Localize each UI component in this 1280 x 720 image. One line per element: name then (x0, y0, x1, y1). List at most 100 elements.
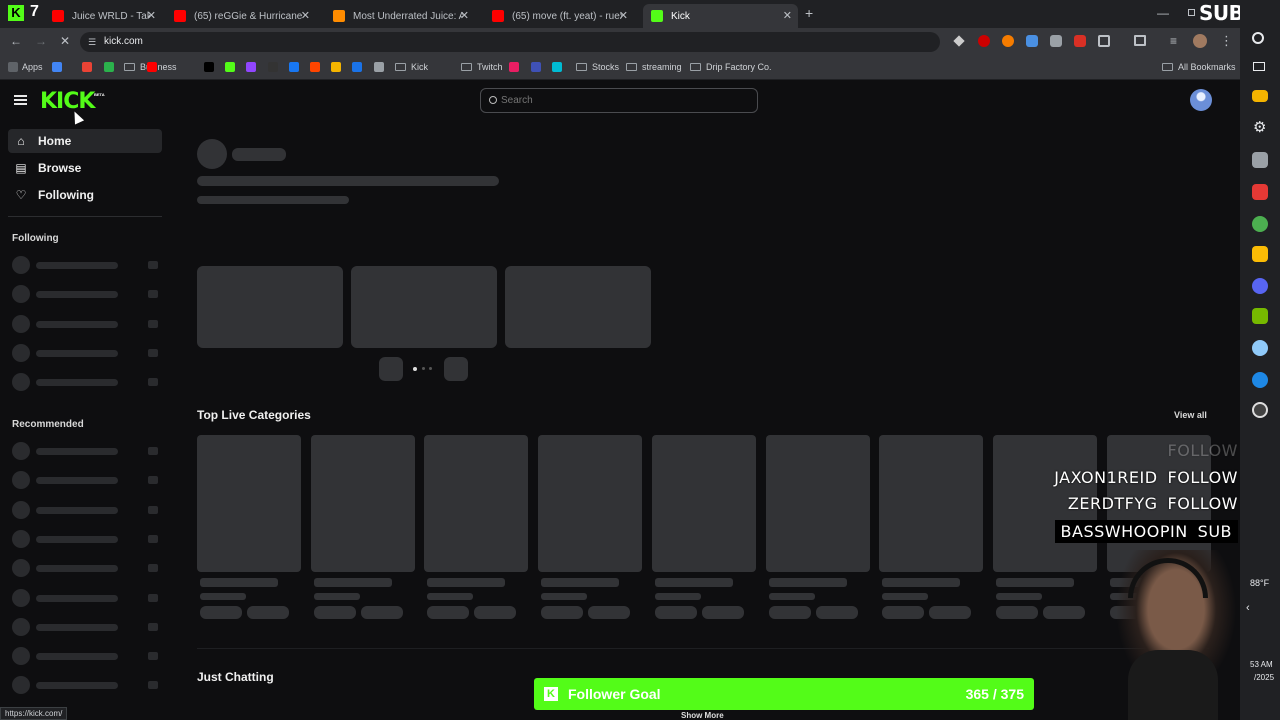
bookmark-item[interactable] (246, 62, 260, 72)
channel-name-skeleton (36, 262, 118, 269)
menu-kebab-icon[interactable]: ⋮ (1220, 33, 1233, 49)
extension-icon-4[interactable] (1026, 35, 1038, 47)
side-gear-icon[interactable]: ⚙ (1253, 118, 1266, 136)
category-tag-skeleton (247, 606, 289, 619)
bookmark-item[interactable]: Stocks (576, 62, 619, 72)
bookmark-item[interactable]: All Bookmarks (1162, 62, 1236, 72)
bookmark-item[interactable] (268, 62, 282, 72)
address-bar[interactable]: ☰ kick.com (80, 32, 940, 52)
category-card[interactable] (651, 435, 756, 572)
carousel-prev-button[interactable] (379, 357, 403, 381)
tab-close-icon[interactable]: ✕ (147, 9, 156, 22)
bookmark-item[interactable] (552, 62, 566, 72)
sidebar-item-browse[interactable]: ▤ Browse (8, 156, 162, 180)
extensions-puzzle-icon[interactable] (1098, 35, 1110, 47)
forward-icon[interactable]: → (35, 34, 47, 48)
side-folder-icon[interactable] (1252, 90, 1268, 102)
kick-logo[interactable]: KICK BETA (40, 89, 105, 114)
category-tag-skeleton (995, 606, 1038, 619)
minimize-button[interactable]: — (1157, 6, 1169, 20)
extension-icon-5[interactable] (1050, 35, 1062, 47)
chevron-left-icon[interactable]: ‹ (1246, 602, 1250, 614)
hamburger-menu-icon[interactable] (14, 95, 27, 105)
tab-close-icon[interactable]: ✕ (783, 9, 792, 22)
side-search-icon[interactable] (1252, 32, 1264, 44)
side-nvidia-icon[interactable] (1252, 308, 1268, 324)
bookmark-item[interactable] (374, 62, 388, 72)
loading-icon[interactable]: ✕ (60, 34, 70, 48)
extension-icon-2[interactable] (978, 35, 990, 47)
bookmark-item[interactable] (52, 62, 66, 72)
back-icon[interactable]: ← (10, 34, 22, 48)
tab-close-icon[interactable]: ✕ (619, 9, 628, 22)
user-avatar[interactable] (1190, 89, 1212, 111)
browser-tab[interactable]: (65) move (ft. yeat) - ruexan - Y✕ (484, 4, 634, 28)
cast-icon[interactable] (1134, 35, 1146, 46)
bookmark-favicon-icon (552, 62, 562, 72)
sidebar-item-home[interactable]: ⌂ Home (8, 129, 162, 153)
bookmark-item[interactable]: Drip Factory Co. (690, 62, 772, 72)
side-app-icon-4[interactable] (1252, 246, 1268, 262)
side-app-icon-3[interactable] (1252, 216, 1268, 232)
extension-icon-6[interactable] (1074, 35, 1086, 47)
alert-username: ZERDTFYG (1067, 494, 1158, 513)
bookmark-item[interactable] (509, 62, 523, 72)
tab-close-icon[interactable]: ✕ (301, 9, 310, 22)
tab-close-icon[interactable]: ✕ (460, 9, 469, 22)
carousel-next-button[interactable] (444, 357, 468, 381)
category-card[interactable] (310, 435, 415, 572)
carousel-card-1[interactable] (197, 266, 343, 348)
browser-tab[interactable]: Most Underrated Juice: A playli✕ (325, 4, 475, 28)
category-card[interactable] (424, 435, 529, 572)
bookmark-label: streaming (642, 62, 682, 72)
bookmark-item[interactable] (352, 62, 366, 72)
search-input[interactable] (501, 92, 741, 109)
category-card[interactable] (538, 435, 643, 572)
new-tab-button[interactable]: + (805, 5, 813, 21)
bookmark-item[interactable] (310, 62, 324, 72)
media-icon[interactable]: ≡ (1170, 34, 1177, 48)
category-card[interactable] (197, 435, 301, 572)
side-discord-icon[interactable] (1252, 278, 1268, 294)
extension-icon-1[interactable] (953, 35, 965, 47)
browser-tab[interactable]: Kick ✕ (643, 4, 798, 28)
bookmark-item[interactable] (82, 62, 96, 72)
carousel-card-2[interactable] (351, 266, 497, 348)
carousel-card-3[interactable] (505, 266, 651, 348)
side-app-icon-2[interactable] (1252, 184, 1268, 200)
bookmark-item[interactable]: Twitch (461, 62, 503, 72)
view-all-link[interactable]: View all (1174, 410, 1207, 420)
bookmark-item[interactable] (331, 62, 345, 72)
profile-avatar-icon[interactable] (1193, 34, 1207, 48)
bookmark-item[interactable] (531, 62, 545, 72)
bookmark-item[interactable]: Apps (8, 62, 43, 72)
bookmark-item[interactable]: streaming (626, 62, 682, 72)
category-tag-skeleton (427, 606, 470, 619)
sidebar-item-following[interactable]: ♡ Following (8, 183, 162, 207)
side-steam-icon[interactable] (1252, 372, 1268, 388)
site-info-icon[interactable]: ☰ (88, 32, 96, 52)
browser-tab[interactable]: Juice WRLD - Take My Sou✕ (44, 4, 162, 28)
channel-name-skeleton (36, 682, 118, 690)
bookmark-item[interactable] (147, 62, 161, 72)
featured-title-skeleton (197, 176, 499, 186)
bookmark-item[interactable]: Kick (395, 62, 428, 72)
tab-favicon-icon (492, 10, 504, 22)
folder-icon (690, 63, 701, 71)
browser-tab[interactable]: (65) reGGie & Hurricane Wisdo✕ (166, 4, 316, 28)
restore-button[interactable] (1188, 9, 1195, 16)
extension-icon-3[interactable] (1002, 35, 1014, 47)
side-app-icon-5[interactable] (1252, 340, 1268, 356)
bookmark-item[interactable] (225, 62, 239, 72)
bookmark-item[interactable] (204, 62, 218, 72)
category-name-skeleton (313, 578, 392, 587)
bookmark-item[interactable] (104, 62, 118, 72)
show-more-button[interactable]: Show More (681, 711, 724, 720)
side-reading-icon[interactable] (1253, 62, 1265, 71)
side-obs-icon[interactable] (1252, 402, 1268, 418)
search-box[interactable] (480, 88, 758, 113)
category-card[interactable] (879, 435, 984, 572)
side-app-icon-1[interactable] (1252, 152, 1268, 168)
category-card[interactable] (765, 435, 870, 572)
bookmark-item[interactable] (289, 62, 303, 72)
